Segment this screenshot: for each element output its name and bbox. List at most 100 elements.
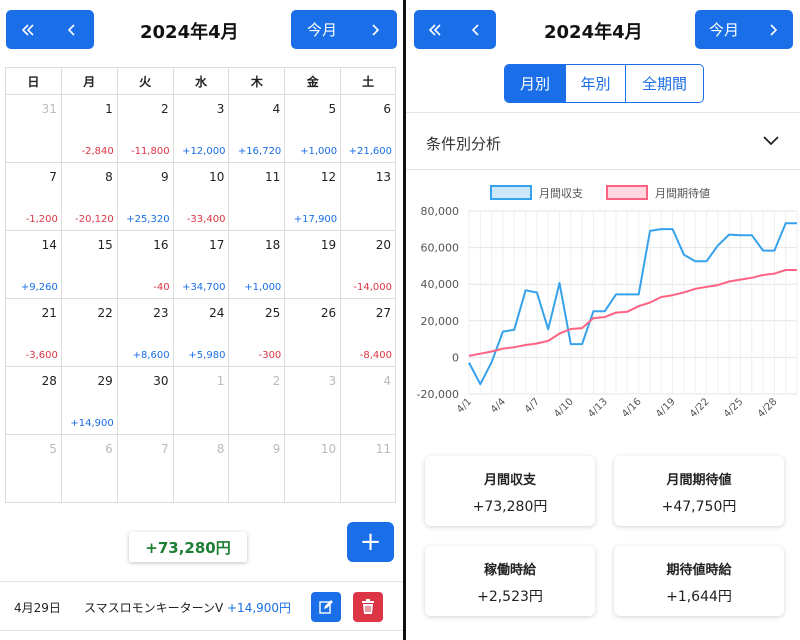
calendar-day-cell[interactable]: 2 [229, 367, 285, 435]
calendar-day-cell[interactable]: 19 [285, 231, 341, 299]
tab-all-time[interactable]: 全期間 [625, 65, 703, 102]
day-number: 27 [376, 306, 391, 320]
calendar-day-cell[interactable]: 7 [118, 435, 174, 503]
calendar-day-cell[interactable]: 9 [229, 435, 285, 503]
calendar-day-cell[interactable]: 16-40 [118, 231, 174, 299]
calendar-day-cell[interactable]: 5 [6, 435, 62, 503]
day-amount: +1,000 [300, 146, 337, 157]
x-tick-label: 4/19 [654, 396, 678, 420]
calendar-day-cell[interactable]: 12+17,900 [285, 163, 341, 231]
condition-analysis-accordion[interactable]: 条件別分析 [406, 112, 800, 170]
calendar-day-cell[interactable]: 21-3,600 [6, 299, 62, 367]
calendar-day-cell[interactable]: 2-11,800 [118, 95, 174, 163]
prev-year-button[interactable] [414, 10, 455, 49]
calendar-day-cell[interactable]: 11 [229, 163, 285, 231]
card-value: +1,644円 [614, 586, 784, 606]
weekday-label: 水 [174, 68, 230, 95]
calendar-week: 7-1,200 8 -20,120 9+25,32010-33,4001112+17,… [6, 163, 396, 231]
calendar-day-cell[interactable]: 10 [285, 435, 341, 503]
calendar-day-cell[interactable]: 4 [341, 367, 396, 435]
day-number: 15 [97, 238, 112, 252]
calendar-day-cell[interactable]: 6+21,600 [341, 95, 396, 163]
day-number: 1 [217, 374, 225, 388]
prev-year-button[interactable] [6, 10, 50, 49]
y-tick-label: 80,000 [421, 205, 460, 218]
x-tick-label: 4/25 [722, 396, 746, 420]
day-number: 23 [153, 306, 168, 320]
calendar-week: 311-2,8402-11,8003+12,0004+16,7205+1,000… [6, 95, 396, 163]
calendar-day-cell[interactable]: 26 [285, 299, 341, 367]
calendar-day-cell[interactable]: 7-1,200 [6, 163, 62, 231]
calendar-day-cell[interactable]: 11 [341, 435, 396, 503]
calendar-day-cell[interactable]: 8 -20,120 [62, 163, 118, 231]
tab-yearly[interactable]: 年別 [565, 65, 625, 102]
calendar-day-cell[interactable]: 20-14,000 [341, 231, 396, 299]
calendar-day-cell[interactable]: 1-2,840 [62, 95, 118, 163]
calendar-day-cell[interactable]: 15 [62, 231, 118, 299]
calendar-week: 2829+14,90030 1234 [6, 367, 396, 435]
y-tick-label: 0 [452, 351, 459, 364]
next-month-button[interactable] [353, 10, 397, 49]
double-chevron-left-icon [428, 23, 442, 37]
day-amount: -300 [259, 350, 282, 361]
day-number: 20 [376, 238, 391, 252]
calendar-day-cell[interactable]: 27-8,400 [341, 299, 396, 367]
calendar-day-cell[interactable]: 8 [174, 435, 230, 503]
prev-month-button[interactable] [455, 10, 496, 49]
day-number: 16 [153, 238, 168, 252]
x-tick-label: 4/7 [523, 396, 542, 415]
record-row[interactable]: 4月29日 スマスロモンキーターンV +14,900円 [0, 581, 403, 631]
chevron-left-icon [66, 23, 78, 37]
calendar-day-cell[interactable]: 3 [285, 367, 341, 435]
add-record-button[interactable]: + [347, 522, 394, 562]
calendar-day-cell[interactable]: 3+12,000 [174, 95, 230, 163]
calendar-day-cell[interactable]: 23+8,600 [118, 299, 174, 367]
calendar-day-cell[interactable]: 24+5,980 [174, 299, 230, 367]
x-tick-label: 4/13 [586, 396, 610, 420]
calendar-day-cell[interactable]: 1 [174, 367, 230, 435]
calendar-day-cell[interactable]: 28 [6, 367, 62, 435]
calendar-day-cell[interactable]: 6 [62, 435, 118, 503]
day-number: 8 [105, 170, 113, 184]
edit-button[interactable] [311, 592, 341, 622]
next-month-button[interactable] [753, 10, 793, 49]
day-amount: +25,320 [126, 214, 169, 225]
day-amount: +9,260 [21, 282, 58, 293]
calendar-day-cell[interactable]: 22 [62, 299, 118, 367]
day-number: 13 [376, 170, 391, 184]
record-machine: スマスロモンキーターンV [84, 599, 223, 616]
calendar-day-cell[interactable]: 14+9,260 [6, 231, 62, 299]
calendar-day-cell[interactable]: 5+1,000 [285, 95, 341, 163]
day-number: 24 [209, 306, 224, 320]
day-number: 12 [321, 170, 336, 184]
day-number: 6 [383, 102, 391, 116]
this-month-button[interactable]: 今月 [695, 19, 753, 40]
record-date: 4月29日 [14, 599, 61, 616]
card-expected-hourly: 期待値時給 +1,644円 [614, 546, 784, 616]
calendar-day-cell[interactable]: 10-33,400 [174, 163, 230, 231]
edit-icon [318, 599, 334, 615]
calendar-day-cell[interactable]: 29+14,900 [62, 367, 118, 435]
day-number: 4 [273, 102, 281, 116]
balance-line-chart: 80,00060,00040,00020,0000-20,0004/14/44/… [406, 178, 800, 438]
calendar-day-cell[interactable]: 17+34,700 [174, 231, 230, 299]
calendar-day-cell[interactable]: 13 [341, 163, 396, 231]
y-tick-label: 60,000 [421, 242, 460, 255]
this-month-button[interactable]: 今月 [291, 19, 353, 40]
prev-month-button[interactable] [50, 10, 94, 49]
calendar-day-cell[interactable]: 9+25,320 [118, 163, 174, 231]
legend-label: 月間期待値 [655, 186, 710, 200]
calendar-day-cell[interactable]: 25-300 [229, 299, 285, 367]
delete-button[interactable] [353, 592, 383, 622]
calendar-day-cell[interactable]: 18+1,000 [229, 231, 285, 299]
tab-monthly[interactable]: 月別 [505, 65, 565, 102]
chevron-down-icon [762, 131, 780, 149]
calendar-day-cell[interactable]: 30 [118, 367, 174, 435]
calendar-day-cell[interactable]: 31 [6, 95, 62, 163]
day-amount: -20,120 [75, 214, 114, 225]
calendar-day-cell[interactable]: 4+16,720 [229, 95, 285, 163]
calendar-week: 14+9,260 15 16-4017+34,70018+1,0001920-14,… [6, 231, 396, 299]
card-title: 期待値時給 [614, 559, 784, 578]
x-tick-label: 4/10 [552, 396, 576, 420]
day-number: 18 [265, 238, 280, 252]
